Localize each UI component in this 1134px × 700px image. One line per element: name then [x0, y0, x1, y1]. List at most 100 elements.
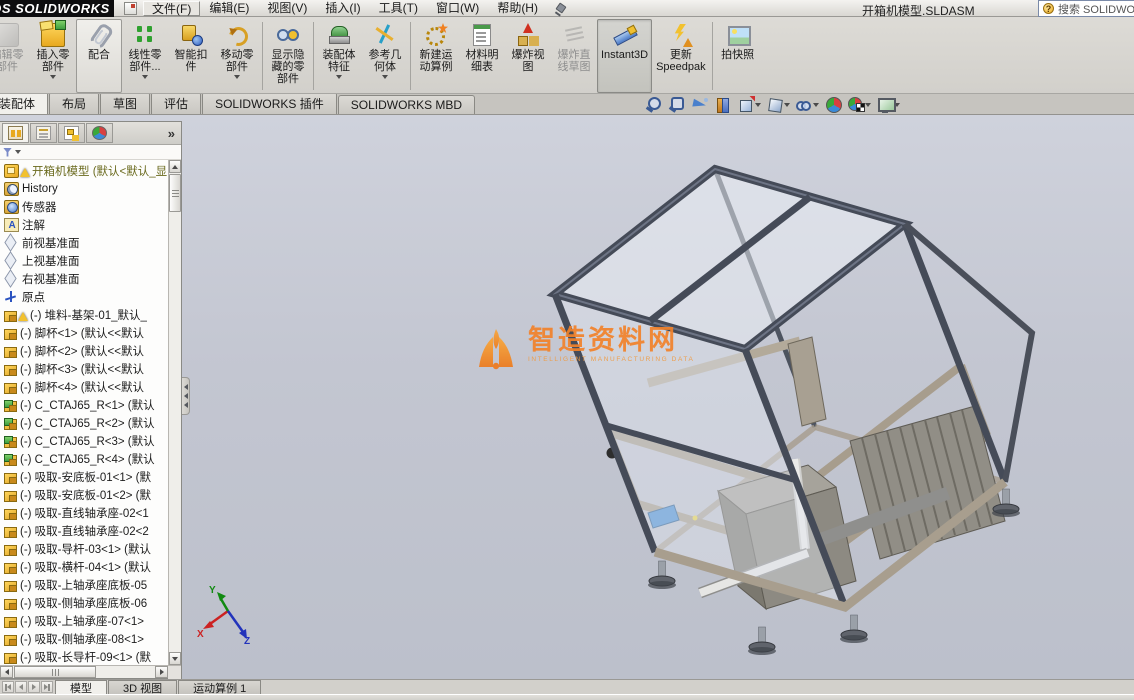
toolbar-button[interactable]: 插入零 部件: [30, 19, 76, 93]
ribbon-tab[interactable]: 装配体: [0, 94, 48, 114]
last-tab-button[interactable]: [41, 681, 53, 693]
tree-item[interactable]: (-) 吸取-长导杆-09<1> (默: [0, 648, 168, 665]
hud-button[interactable]: [846, 96, 872, 113]
hud-button[interactable]: [765, 96, 791, 113]
horizontal-scroll-thumb[interactable]: [14, 666, 96, 678]
chevron-down-icon[interactable]: [784, 103, 790, 107]
menu-item[interactable]: 编辑(E): [200, 1, 258, 16]
chevron-down-icon[interactable]: [15, 150, 21, 154]
tree-item[interactable]: (-) C_CTAJ65_R<3> (默认: [0, 432, 168, 450]
hud-button[interactable]: [644, 96, 664, 113]
panel-tab[interactable]: [58, 123, 85, 143]
tree-item[interactable]: (-) 脚杯<3> (默认<<默认: [0, 360, 168, 378]
tree-item[interactable]: (-) 吸取-横杆-04<1> (默认: [0, 558, 168, 576]
tree-item[interactable]: (-) 脚杯<4> (默认<<默认: [0, 378, 168, 396]
scroll-track[interactable]: [97, 666, 155, 678]
ribbon-tab[interactable]: 评估: [151, 94, 201, 114]
tree-item[interactable]: (-) 脚杯<1> (默认<<默认: [0, 324, 168, 342]
first-tab-button[interactable]: [2, 681, 14, 693]
hud-button[interactable]: [823, 96, 843, 113]
toolbar-button[interactable]: 材料明 细表: [459, 19, 505, 93]
chevron-down-icon[interactable]: [50, 75, 56, 79]
graphics-viewport[interactable]: 智造资料网 INTELLIGENT MANUFACTURING DATA Y X…: [190, 115, 1134, 679]
3d-model-box-opening-machine[interactable]: [190, 115, 1134, 679]
help-icon[interactable]: ?: [1043, 3, 1054, 14]
ribbon-tab[interactable]: SOLIDWORKS MBD: [338, 95, 475, 114]
toolbar-button[interactable]: 装配体 特征: [316, 19, 362, 93]
hud-button[interactable]: [794, 96, 820, 113]
menu-item[interactable]: 文件(F): [143, 1, 200, 16]
document-tab[interactable]: 运动算例 1: [178, 680, 261, 694]
tree-item[interactable]: (-) C_CTAJ65_R<1> (默认: [0, 396, 168, 414]
ribbon-tab[interactable]: 布局: [49, 94, 99, 114]
hud-button[interactable]: [713, 96, 733, 113]
hud-button[interactable]: [875, 96, 901, 113]
toolbar-button[interactable]: 智能扣 件: [168, 19, 214, 93]
scroll-down-button[interactable]: [169, 652, 181, 665]
tree-item[interactable]: 开箱机模型 (默认<默认_显: [0, 162, 168, 180]
menu-item[interactable]: 帮助(H): [488, 1, 547, 16]
chevron-down-icon[interactable]: [382, 75, 388, 79]
hud-button[interactable]: [736, 96, 762, 113]
panel-tab[interactable]: [30, 123, 57, 143]
ribbon-tab[interactable]: SOLIDWORKS 插件: [202, 94, 337, 114]
search-input[interactable]: 搜索 SOLIDWORKS: [1058, 1, 1134, 17]
scroll-track[interactable]: [169, 213, 181, 652]
scroll-right-button[interactable]: [155, 666, 168, 678]
panel-tab[interactable]: [86, 123, 113, 143]
tree-filter-row[interactable]: [0, 145, 181, 160]
chevron-down-icon[interactable]: [142, 75, 148, 79]
menu-item[interactable]: 插入(I): [316, 1, 369, 16]
document-tab[interactable]: 3D 视图: [108, 680, 177, 694]
toolbar-button[interactable]: 爆炸直 线草图: [551, 19, 597, 93]
menu-item[interactable]: 视图(V): [258, 1, 316, 16]
tree-item[interactable]: 前视基准面: [0, 234, 168, 252]
toolbar-button[interactable]: 配合: [76, 19, 122, 93]
tree-item[interactable]: (-) 吸取-上轴承座-07<1>: [0, 612, 168, 630]
vertical-scroll-thumb[interactable]: [169, 174, 181, 212]
tree-vertical-scrollbar[interactable]: [168, 160, 181, 665]
tree-item[interactable]: History: [0, 180, 168, 198]
tree-item[interactable]: (-) 吸取-导杆-03<1> (默认: [0, 540, 168, 558]
tree-item[interactable]: (-) 堆料-基架-01_默认_: [0, 306, 168, 324]
chevron-down-icon[interactable]: [813, 103, 819, 107]
toolbar-button[interactable]: 显示隐 藏的零 部件: [265, 19, 311, 93]
tree-item[interactable]: (-) 吸取-侧轴承座-08<1>: [0, 630, 168, 648]
hud-button[interactable]: [690, 96, 710, 113]
hud-button[interactable]: [667, 96, 687, 113]
toolbar-button[interactable]: 新建运 动算例: [413, 19, 459, 93]
tree-item[interactable]: (-) 吸取-直线轴承座-02<1: [0, 504, 168, 522]
tree-item[interactable]: (-) 脚杯<2> (默认<<默认: [0, 342, 168, 360]
tree-item[interactable]: (-) C_CTAJ65_R<4> (默认: [0, 450, 168, 468]
tree-item[interactable]: 原点: [0, 288, 168, 306]
prev-tab-button[interactable]: [15, 681, 27, 693]
panel-splitter[interactable]: [182, 115, 190, 679]
toolbar-button[interactable]: 拍快照: [715, 19, 761, 93]
chevron-down-icon[interactable]: [336, 75, 342, 79]
panel-collapse-handle[interactable]: [182, 377, 190, 415]
panel-expand-chevron[interactable]: »: [168, 126, 175, 141]
toolbar-button[interactable]: Instant3D: [597, 19, 652, 93]
toolbar-button[interactable]: 更新 Speedpak: [652, 19, 710, 93]
tree-item[interactable]: 右视基准面: [0, 270, 168, 288]
toolbar-button[interactable]: 移动零 部件: [214, 19, 260, 93]
toolbar-button[interactable]: 编辑零 部件: [0, 19, 30, 93]
next-tab-button[interactable]: [28, 681, 40, 693]
panel-tab[interactable]: [2, 123, 29, 143]
tree-item[interactable]: (-) 吸取-安底板-01<1> (默: [0, 468, 168, 486]
tree-item[interactable]: (-) C_CTAJ65_R<2> (默认: [0, 414, 168, 432]
tree-item[interactable]: (-) 吸取-侧轴承座底板-06: [0, 594, 168, 612]
chevron-down-icon[interactable]: [865, 103, 871, 107]
pin-icon[interactable]: [555, 2, 567, 14]
toolbar-button[interactable]: 参考几 何体: [362, 19, 408, 93]
toolbar-button[interactable]: 线性零 部件...: [122, 19, 168, 93]
toolbar-button[interactable]: 爆炸视 图: [505, 19, 551, 93]
tree-item[interactable]: (-) 吸取-上轴承座底板-05: [0, 576, 168, 594]
tree-item[interactable]: (-) 吸取-直线轴承座-02<2: [0, 522, 168, 540]
scroll-up-button[interactable]: [169, 160, 181, 173]
menu-item[interactable]: 工具(T): [370, 1, 427, 16]
document-tab[interactable]: 模型: [55, 680, 107, 694]
chevron-down-icon[interactable]: [755, 103, 761, 107]
chevron-down-icon[interactable]: [234, 75, 240, 79]
scroll-left-button[interactable]: [0, 666, 13, 678]
